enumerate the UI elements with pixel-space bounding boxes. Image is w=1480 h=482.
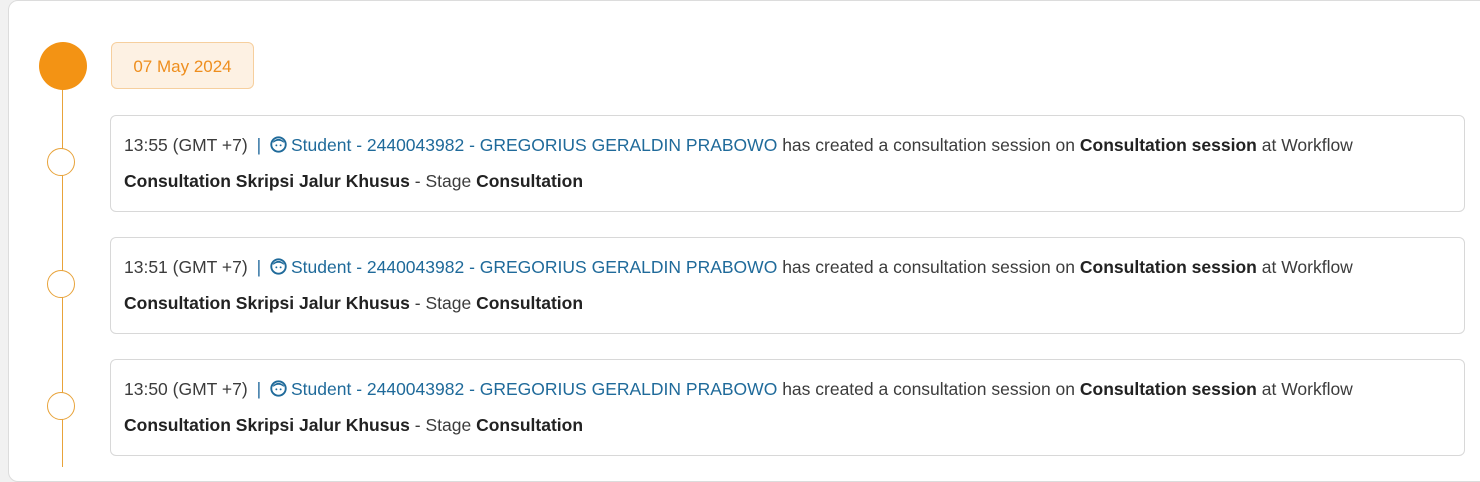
stage-label: - Stage: [414, 171, 472, 191]
student-link[interactable]: Student - 2440043982 - GREGORIUS GERALDI…: [270, 379, 782, 399]
separator: |: [256, 379, 262, 399]
stage-name: Consultation: [476, 171, 584, 191]
workflow-name: Consultation Skripsi Jalur Khusus: [124, 293, 410, 313]
at-workflow-text: at Workflow: [1261, 135, 1353, 155]
timeline-node: [47, 148, 75, 176]
entry-time: 13:50 (GMT +7): [124, 379, 248, 399]
student-name: Student - 2440043982 - GREGORIUS GERALDI…: [291, 135, 778, 155]
session-name: Consultation session: [1079, 257, 1257, 277]
stage-label: - Stage: [414, 293, 472, 313]
timeline-entry: 13:51 (GMT +7) | Student - 2440043982 - …: [110, 237, 1465, 334]
action-text: has created a consultation session on: [782, 135, 1076, 155]
at-workflow-text: at Workflow: [1261, 379, 1353, 399]
student-link[interactable]: Student - 2440043982 - GREGORIUS GERALDI…: [270, 257, 782, 277]
stage-name: Consultation: [476, 293, 584, 313]
timeline-node: [47, 392, 75, 420]
student-face-icon: [270, 258, 287, 275]
action-text: has created a consultation session on: [782, 257, 1076, 277]
student-name: Student - 2440043982 - GREGORIUS GERALDI…: [291, 379, 778, 399]
action-text: has created a consultation session on: [782, 379, 1076, 399]
separator: |: [256, 135, 262, 155]
entry-time: 13:51 (GMT +7): [124, 257, 248, 277]
timeline-node: [47, 270, 75, 298]
student-name: Student - 2440043982 - GREGORIUS GERALDI…: [291, 257, 778, 277]
stage-name: Consultation: [476, 415, 584, 435]
stage-label: - Stage: [414, 415, 472, 435]
student-link[interactable]: Student - 2440043982 - GREGORIUS GERALDI…: [270, 135, 782, 155]
timeline-entry: 13:50 (GMT +7) | Student - 2440043982 - …: [110, 359, 1465, 456]
student-face-icon: [270, 380, 287, 397]
workflow-name: Consultation Skripsi Jalur Khusus: [124, 171, 410, 191]
separator: |: [256, 257, 262, 277]
entry-time: 13:55 (GMT +7): [124, 135, 248, 155]
workflow-name: Consultation Skripsi Jalur Khusus: [124, 415, 410, 435]
at-workflow-text: at Workflow: [1261, 257, 1353, 277]
student-face-icon: [270, 136, 287, 153]
timeline-date-dot: [39, 42, 87, 90]
date-badge: 07 May 2024: [111, 42, 254, 89]
timeline-entry: 13:55 (GMT +7) | Student - 2440043982 - …: [110, 115, 1465, 212]
session-name: Consultation session: [1079, 135, 1257, 155]
session-name: Consultation session: [1079, 379, 1257, 399]
